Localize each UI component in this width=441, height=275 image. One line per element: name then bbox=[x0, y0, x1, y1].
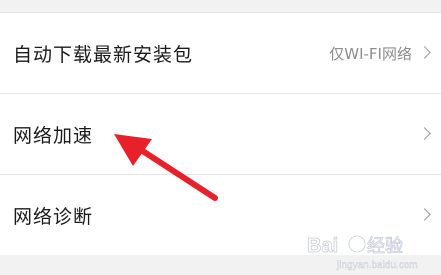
settings-row-label: 网络诊断 bbox=[13, 205, 94, 228]
settings-row-network-acceleration[interactable]: 网络加速 bbox=[0, 94, 441, 174]
bottom-background bbox=[0, 255, 441, 275]
settings-row-network-diagnosis[interactable]: 网络诊断 bbox=[0, 175, 441, 255]
chevron-right-icon bbox=[418, 127, 431, 140]
settings-row-label: 自动下载最新安装包 bbox=[13, 43, 194, 66]
chevron-right-icon bbox=[418, 46, 431, 59]
settings-row-value: 仅WI-FI网络 bbox=[329, 44, 412, 63]
settings-row-label: 网络加速 bbox=[13, 124, 94, 147]
chevron-right-icon bbox=[418, 208, 431, 221]
settings-row-auto-download[interactable]: 自动下载最新安装包 仅WI-FI网络 bbox=[0, 13, 441, 93]
